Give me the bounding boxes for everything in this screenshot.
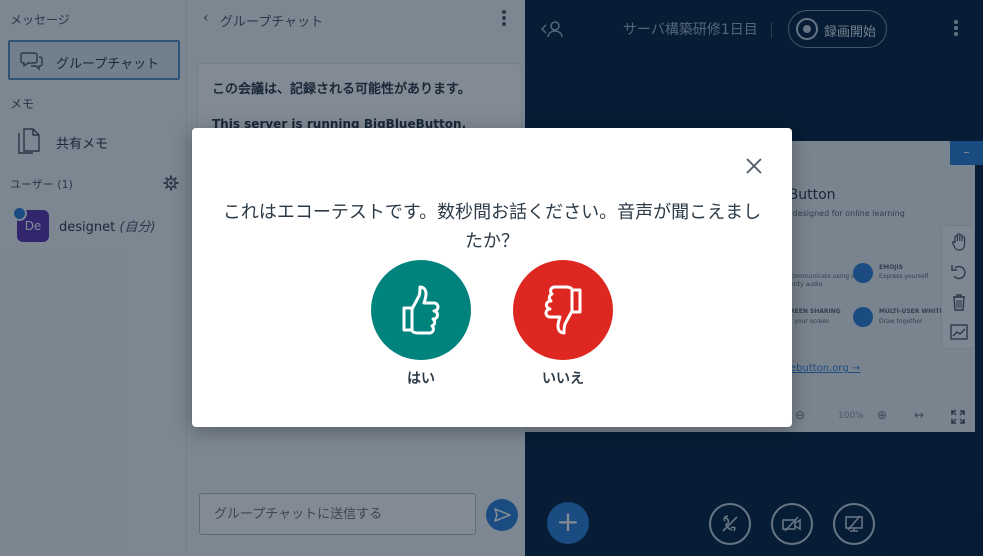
- thumbs-up-icon: [402, 285, 440, 335]
- echo-test-message: これはエコーテストです。数秒間お話ください。音声が聞こえましたか？: [222, 202, 762, 252]
- yes-button[interactable]: はい: [371, 260, 471, 388]
- thumbs-down-icon: [544, 285, 582, 335]
- yes-circle[interactable]: [371, 260, 471, 360]
- echo-test-modal: これはエコーテストです。数秒間お話ください。音声が聞こえましたか？ はい いいえ: [192, 128, 792, 427]
- yes-label: はい: [407, 371, 435, 387]
- no-circle[interactable]: [513, 260, 613, 360]
- no-label: いいえ: [542, 371, 584, 387]
- no-button[interactable]: いいえ: [513, 260, 613, 388]
- close-icon[interactable]: [745, 157, 763, 175]
